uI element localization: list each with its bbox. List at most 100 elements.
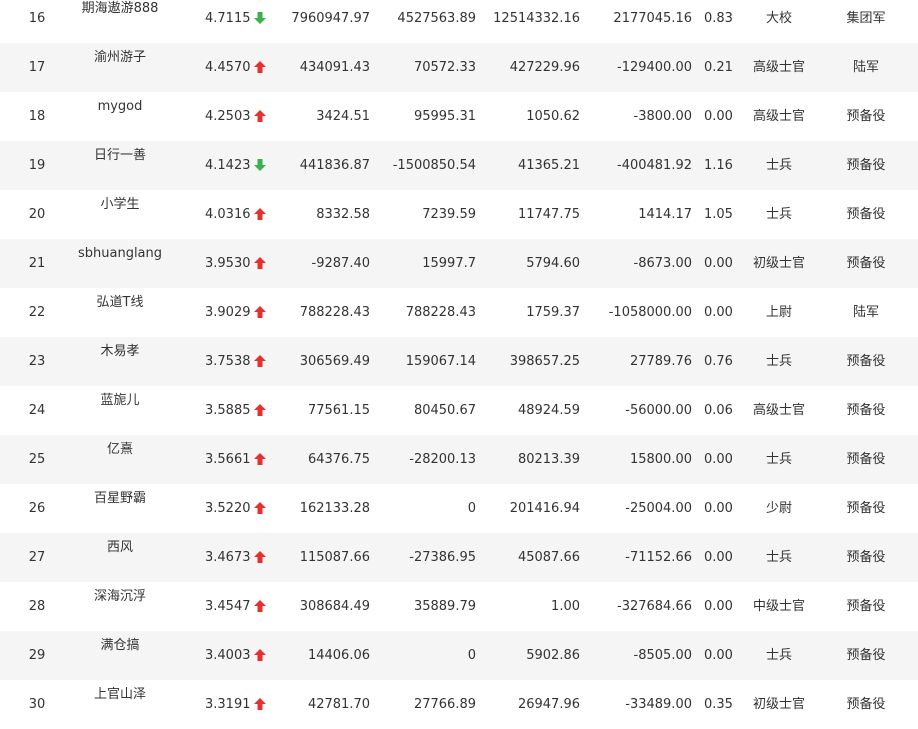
ratio-cell: 0.00 xyxy=(704,599,733,614)
player-name[interactable]: 满仓搞 xyxy=(70,639,170,659)
value-2-cell: 95995.31 xyxy=(413,109,476,124)
rank-cell: 29 xyxy=(28,648,46,663)
player-name[interactable]: 期海遨游888 xyxy=(70,2,170,22)
value-3-cell: 427229.96 xyxy=(509,60,580,75)
branch-cell: 陆军 xyxy=(852,305,879,320)
arrow-down-icon xyxy=(254,158,266,171)
value-4-cell: -71152.66 xyxy=(625,550,692,565)
value-1-cell: 77561.15 xyxy=(307,403,370,418)
value-2-cell: 35889.79 xyxy=(413,599,476,614)
table-row: 29 满仓搞 3.4003 14406.06 0 5902.86 -8505.00 0.00 士… xyxy=(0,631,918,680)
military-rank-cell: 士兵 xyxy=(765,207,792,222)
rank-cell: 18 xyxy=(28,109,46,124)
ratio-cell: 0.76 xyxy=(704,354,733,369)
branch-cell: 预备役 xyxy=(846,452,886,467)
player-name[interactable]: 西风 xyxy=(70,541,170,561)
value-1-cell: 441836.87 xyxy=(299,158,370,173)
score-cell: 3.9530 xyxy=(205,256,251,271)
table-row: 28 深海沉浮 3.4547 308684.49 35889.79 1.00 -327684… xyxy=(0,582,918,631)
player-name[interactable]: 弘道T线 xyxy=(70,296,170,316)
value-4-cell: -129400.00 xyxy=(617,60,692,75)
rank-cell: 30 xyxy=(28,697,46,712)
arrow-up-icon xyxy=(254,452,266,465)
ratio-cell: 1.16 xyxy=(704,158,733,173)
score-cell: 4.1423 xyxy=(205,158,251,173)
military-rank-cell: 士兵 xyxy=(765,550,792,565)
arrow-up-icon xyxy=(254,403,266,416)
player-name[interactable]: 蓝旎儿 xyxy=(70,394,170,414)
value-1-cell: 308684.49 xyxy=(299,599,370,614)
ratio-cell: 1.05 xyxy=(704,207,733,222)
score-cell: 3.4003 xyxy=(205,648,251,663)
value-4-cell: -327684.66 xyxy=(617,599,692,614)
value-2-cell: 159067.14 xyxy=(405,354,476,369)
table-row: 21 sbhuanglang 3.9530 -9287.40 15997.7 5794.6… xyxy=(0,239,918,288)
ratio-cell: 0.83 xyxy=(704,11,733,26)
value-4-cell: 15800.00 xyxy=(629,452,692,467)
score-cell: 3.3191 xyxy=(205,697,251,712)
value-1-cell: 42781.70 xyxy=(307,697,370,712)
player-name[interactable]: 渝州游子 xyxy=(70,51,170,71)
arrow-up-icon xyxy=(254,305,266,318)
arrow-up-icon xyxy=(254,60,266,73)
ratio-cell: 0.00 xyxy=(704,256,733,271)
value-2-cell: 80450.67 xyxy=(413,403,476,418)
value-1-cell: 162133.28 xyxy=(299,501,370,516)
player-name[interactable]: 亿熹 xyxy=(70,443,170,463)
table-row: 23 木易孝 3.7538 306569.49 159067.14 398657.25 27… xyxy=(0,337,918,386)
rank-cell: 17 xyxy=(28,60,46,75)
value-1-cell: 115087.66 xyxy=(299,550,370,565)
table-row: 19 日行一善 4.1423 441836.87 -1500850.54 41365.21… xyxy=(0,141,918,190)
table-row: 16 期海遨游888 4.7115 7960947.97 4527563.89 12514… xyxy=(0,0,918,43)
value-1-cell: 8332.58 xyxy=(316,207,370,222)
military-rank-cell: 大校 xyxy=(765,11,792,26)
rank-cell: 27 xyxy=(28,550,46,565)
branch-cell: 集团军 xyxy=(846,11,886,26)
player-name[interactable]: sbhuanglang xyxy=(70,247,170,267)
value-2-cell: -28200.13 xyxy=(409,452,476,467)
ratio-cell: 0.00 xyxy=(704,109,733,124)
branch-cell: 预备役 xyxy=(846,354,886,369)
table-row: 27 西风 3.4673 115087.66 -27386.95 45087.66 -711… xyxy=(0,533,918,582)
value-3-cell: 398657.25 xyxy=(509,354,580,369)
value-2-cell: 0 xyxy=(467,501,476,516)
military-rank-cell: 少尉 xyxy=(765,501,792,516)
table-row: 30 上官山泽 3.3191 42781.70 27766.89 26947.96 -334… xyxy=(0,680,918,729)
rank-cell: 25 xyxy=(28,452,46,467)
player-name[interactable]: 小学生 xyxy=(70,198,170,218)
ratio-cell: 0.00 xyxy=(704,452,733,467)
rank-cell: 19 xyxy=(28,158,46,173)
table-row: 22 弘道T线 3.9029 788228.43 788228.43 1759.37 -10… xyxy=(0,288,918,337)
value-4-cell: -400481.92 xyxy=(617,158,692,173)
value-2-cell: 27766.89 xyxy=(413,697,476,712)
ratio-cell: 0.35 xyxy=(704,697,733,712)
military-rank-cell: 士兵 xyxy=(765,354,792,369)
player-name[interactable]: 深海沉浮 xyxy=(70,590,170,610)
military-rank-cell: 高级士官 xyxy=(752,60,805,75)
value-1-cell: 434091.43 xyxy=(299,60,370,75)
value-1-cell: 64376.75 xyxy=(307,452,370,467)
military-rank-cell: 初级士官 xyxy=(752,256,805,271)
table-row: 25 亿熹 3.5661 64376.75 -28200.13 80213.39 15800… xyxy=(0,435,918,484)
score-cell: 3.9029 xyxy=(205,305,251,320)
military-rank-cell: 士兵 xyxy=(765,648,792,663)
arrow-up-icon xyxy=(254,207,266,220)
value-1-cell: 7960947.97 xyxy=(291,11,370,26)
value-4-cell: -1058000.00 xyxy=(608,305,692,320)
score-cell: 3.5885 xyxy=(205,403,251,418)
value-4-cell: 1414.17 xyxy=(638,207,692,222)
player-name[interactable]: 木易孝 xyxy=(70,345,170,365)
military-rank-cell: 高级士官 xyxy=(752,403,805,418)
player-name[interactable]: 日行一善 xyxy=(70,149,170,169)
player-name[interactable]: 百星野霸 xyxy=(70,492,170,512)
arrow-up-icon xyxy=(254,501,266,514)
arrow-up-icon xyxy=(254,648,266,661)
branch-cell: 预备役 xyxy=(846,599,886,614)
value-3-cell: 12514332.16 xyxy=(493,11,580,26)
player-name[interactable]: 上官山泽 xyxy=(70,688,170,708)
value-3-cell: 1050.62 xyxy=(526,109,580,124)
branch-cell: 预备役 xyxy=(846,109,886,124)
value-4-cell: -56000.00 xyxy=(625,403,692,418)
player-name[interactable]: mygod xyxy=(70,100,170,120)
value-4-cell: -3800.00 xyxy=(633,109,692,124)
